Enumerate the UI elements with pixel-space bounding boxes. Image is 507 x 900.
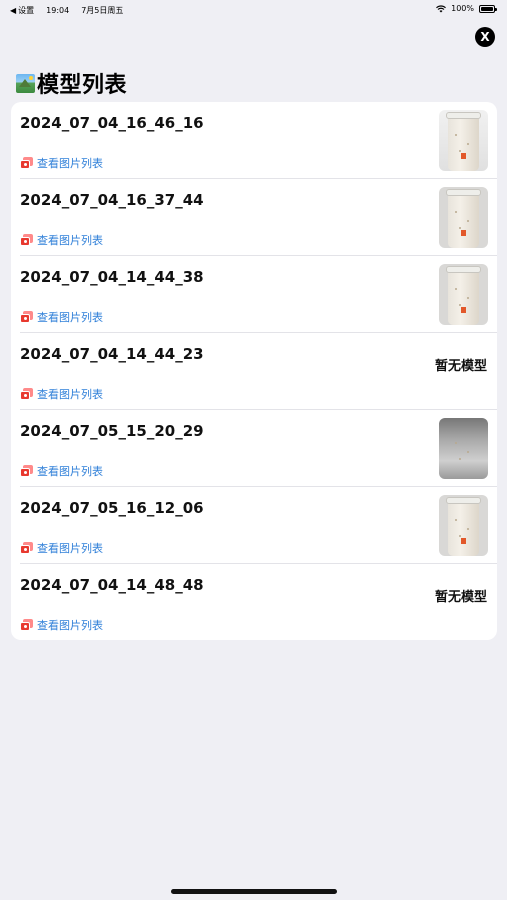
view-image-list-link[interactable]: 查看图片列表 [20,155,103,171]
model-timestamp-title: 2024_07_04_14_44_38 [20,268,204,286]
view-image-list-label: 查看图片列表 [37,311,103,324]
no-model-label: 暂无模型 [434,590,487,605]
model-thumbnail[interactable] [439,418,488,479]
view-image-list-label: 查看图片列表 [37,542,103,555]
model-row[interactable]: 2024_07_05_16_12_06 查看图片列表 [11,487,497,564]
photo-stack-icon [20,542,33,554]
photo-stack-icon [20,388,33,400]
status-bar: ◀ 设置 19:04 7月5日周五 100% [0,0,507,20]
photo-stack-icon [20,311,33,323]
view-image-list-link[interactable]: 查看图片列表 [20,617,103,633]
view-image-list-label: 查看图片列表 [37,157,103,170]
model-thumbnail[interactable] [439,110,488,171]
model-timestamp-title: 2024_07_04_14_48_48 [20,576,204,594]
page-header: 模型列表 [16,67,127,99]
view-image-list-link[interactable]: 查看图片列表 [20,232,103,248]
model-row[interactable]: 2024_07_04_14_44_23 查看图片列表 暂无模型 [11,333,497,410]
photo-stack-icon [20,157,33,169]
model-timestamp-title: 2024_07_05_16_12_06 [20,499,204,517]
model-row[interactable]: 2024_07_05_15_20_29 查看图片列表 [11,410,497,487]
model-row[interactable]: 2024_07_04_14_44_38 查看图片列表 [11,256,497,333]
home-indicator[interactable] [171,889,337,894]
page-title: 模型列表 [37,73,128,98]
photo-stack-icon [20,234,33,246]
model-timestamp-title: 2024_07_04_16_46_16 [20,114,204,132]
model-row[interactable]: 2024_07_04_16_37_44 查看图片列表 [11,179,497,256]
close-icon: X [480,30,490,44]
view-image-list-link[interactable]: 查看图片列表 [20,309,103,325]
back-to-app-link[interactable]: ◀ 设置 [10,5,34,16]
no-model-label: 暂无模型 [434,359,487,374]
view-image-list-link[interactable]: 查看图片列表 [20,463,103,479]
view-image-list-label: 查看图片列表 [37,234,103,247]
model-thumbnail[interactable] [439,187,488,248]
close-button[interactable]: X [475,27,495,47]
battery-percent: 100% [451,4,474,13]
model-row[interactable]: 2024_07_04_16_46_16 查看图片列表 [11,102,497,179]
status-time: 19:04 [46,6,70,15]
model-row[interactable]: 2024_07_04_14_48_48 查看图片列表 暂无模型 [11,564,497,640]
landscape-image-icon [16,73,35,93]
photo-stack-icon [20,619,33,631]
back-app-label: 设置 [18,6,35,15]
view-image-list-label: 查看图片列表 [37,388,103,401]
model-timestamp-title: 2024_07_04_16_37_44 [20,191,204,209]
view-image-list-label: 查看图片列表 [37,465,103,478]
model-list: 2024_07_04_16_46_16 查看图片列表 2024_07_04_16_3… [11,102,497,640]
view-image-list-link[interactable]: 查看图片列表 [20,386,103,402]
photo-stack-icon [20,465,33,477]
status-date: 7月5日周五 [81,6,124,15]
view-image-list-label: 查看图片列表 [37,619,103,632]
wifi-icon [436,4,447,12]
model-timestamp-title: 2024_07_04_14_44_23 [20,345,204,363]
model-thumbnail[interactable] [439,264,488,325]
back-triangle-icon: ◀ [10,6,17,15]
view-image-list-link[interactable]: 查看图片列表 [20,540,103,556]
model-timestamp-title: 2024_07_05_15_20_29 [20,422,204,440]
model-thumbnail[interactable] [439,495,488,556]
battery-icon [479,4,497,13]
